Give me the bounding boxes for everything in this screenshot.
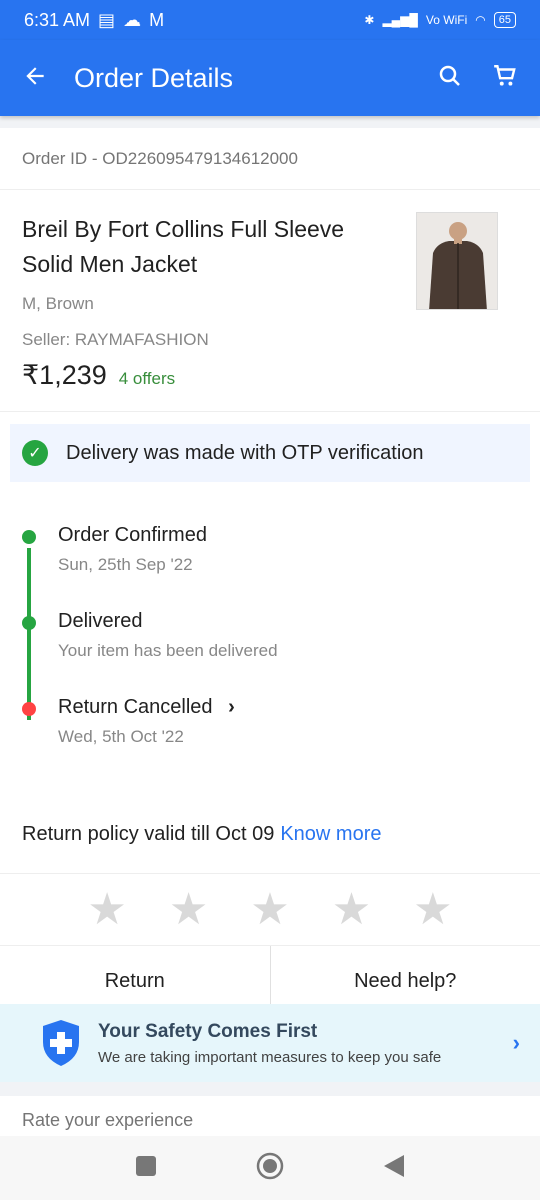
timeline-dot — [22, 530, 36, 544]
order-details-card: Order ID - OD226095479134612000 Breil By… — [0, 128, 540, 1018]
otp-text: Delivery was made with OTP verification — [66, 441, 424, 464]
step-title: Return Cancelled — [58, 696, 213, 718]
product-name: Breil By Fort Collins Full Sleeve Solid … — [22, 216, 345, 277]
timeline-step-return-cancelled[interactable]: Return Cancelled › Wed, 5th Oct '22 — [22, 696, 518, 782]
star-icon-3[interactable]: ★ — [250, 884, 289, 935]
recents-icon[interactable] — [136, 1155, 156, 1181]
chevron-right-icon[interactable]: › — [513, 1030, 520, 1056]
status-time: 6:31 AM — [24, 9, 91, 30]
timeline-step-confirmed: Order Confirmed Sun, 25th Sep '22 — [22, 524, 518, 610]
step-title: Delivered — [58, 610, 143, 632]
star-icon-4[interactable]: ★ — [332, 884, 371, 935]
safety-banner[interactable]: Your Safety Comes First We are taking im… — [0, 1004, 540, 1082]
order-id: Order ID - OD226095479134612000 — [0, 128, 540, 190]
shield-icon — [40, 1018, 82, 1068]
network-label: Vo WiFi — [425, 13, 468, 27]
step-title: Order Confirmed — [58, 524, 207, 546]
step-date: Wed, 5th Oct '22 — [58, 727, 184, 746]
product-image[interactable] — [416, 212, 498, 310]
cloud-icon: ☁ — [123, 9, 142, 30]
step-date: Sun, 25th Sep '22 — [58, 555, 193, 574]
timeline-step-delivered: Delivered Your item has been delivered — [22, 610, 518, 696]
know-more-link[interactable]: Know more — [280, 823, 381, 846]
back-arrow-icon[interactable] — [22, 63, 48, 94]
star-icon-2[interactable]: ★ — [169, 884, 208, 935]
app-bar: Order Details — [0, 40, 540, 116]
seller-name: Seller: RAYMAFASHION — [22, 330, 209, 349]
signal-icon: ▂▄▆█ — [382, 13, 418, 27]
chevron-right-icon[interactable]: › — [228, 696, 235, 719]
star-icon-1[interactable]: ★ — [87, 884, 126, 935]
page-title: Order Details — [74, 62, 234, 93]
order-timeline: Order Confirmed Sun, 25th Sep '22 Delive… — [0, 496, 540, 796]
timeline-dot — [22, 616, 36, 630]
wifi-icon: ◠ — [475, 13, 486, 27]
battery-indicator: 65 — [493, 12, 516, 28]
safety-heading: Your Safety Comes First — [98, 1020, 318, 1042]
otp-banner: ✓ Delivery was made with OTP verificatio… — [10, 424, 530, 482]
timeline-dot-red — [22, 702, 36, 716]
return-policy: Return policy valid till Oct 09 Know mor… — [0, 796, 540, 874]
policy-text: Return policy valid till Oct 09 — [22, 823, 275, 845]
search-icon[interactable] — [438, 64, 462, 93]
star-icon-5[interactable]: ★ — [413, 884, 452, 935]
cart-icon[interactable] — [492, 63, 518, 94]
check-circle-icon: ✓ — [22, 440, 48, 466]
gmail-icon: M — [149, 9, 165, 30]
rating-stars: ★ ★ ★ ★ ★ — [0, 874, 540, 946]
system-nav-bar — [0, 1136, 540, 1200]
safety-subtext: We are taking important measures to keep… — [98, 1048, 442, 1066]
bluetooth-icon: ✱ — [364, 13, 375, 27]
message-icon: ▤ — [98, 9, 116, 30]
home-icon[interactable] — [256, 1152, 284, 1185]
step-date: Your item has been delivered — [58, 641, 278, 660]
product-section[interactable]: Breil By Fort Collins Full Sleeve Solid … — [0, 190, 540, 412]
product-price: ₹1,239 — [22, 360, 107, 390]
offers-link[interactable]: 4 offers — [119, 369, 175, 389]
status-bar: 6:31 AM ▤ ☁ M ✱ ▂▄▆█ Vo WiFi ◠ 65 — [0, 0, 540, 40]
back-icon[interactable] — [384, 1154, 404, 1182]
